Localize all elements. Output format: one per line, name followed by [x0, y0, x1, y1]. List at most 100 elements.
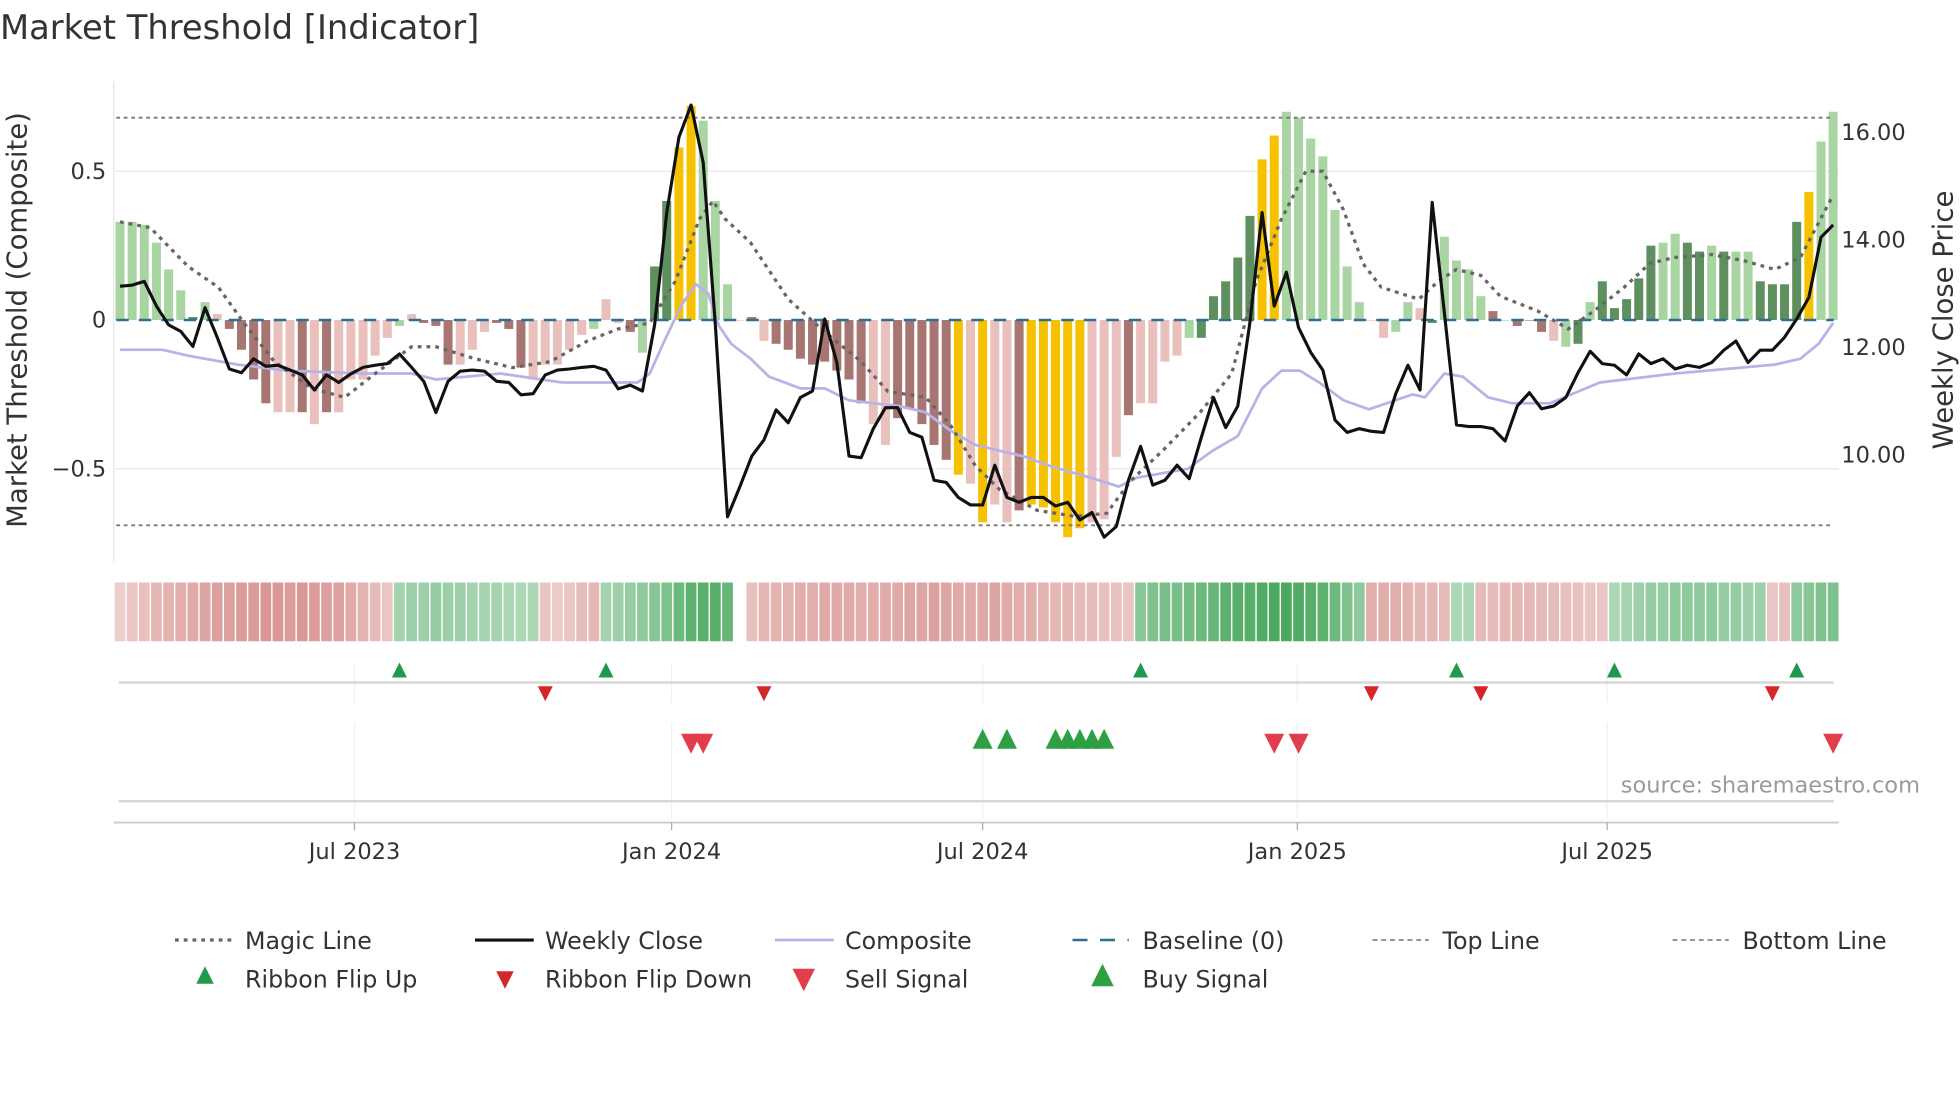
ribbon-cell — [466, 582, 478, 642]
legend: Magic Line Weekly Close Composite Baseline … — [175, 927, 1887, 994]
composite-bar — [783, 320, 793, 350]
ribbon-cell — [1353, 582, 1365, 642]
ribbon-cell — [661, 582, 673, 642]
composite-bar — [370, 320, 380, 356]
composite-bar — [1111, 320, 1121, 457]
composite-bar — [1658, 242, 1668, 320]
ribbon-cell — [649, 582, 660, 642]
ribbon-cell — [114, 582, 126, 642]
ribbon-cell — [1779, 582, 1790, 642]
composite-bar — [1597, 281, 1607, 320]
ribbon-cell — [1451, 582, 1462, 642]
ribbon-cell — [1074, 582, 1086, 642]
composite-bar — [1075, 320, 1085, 529]
ribbon-cell — [1742, 582, 1754, 642]
composite-bar — [589, 320, 599, 329]
ribbon-cell — [880, 582, 891, 642]
ribbon-cell — [345, 582, 357, 642]
buy-signal-marker — [1094, 728, 1115, 749]
ribbon-cell — [1098, 582, 1110, 642]
composite-bar — [1391, 320, 1401, 332]
legend-label: Top Line — [1442, 927, 1540, 955]
composite-bar — [1780, 284, 1790, 320]
ribbon-cell — [333, 582, 345, 642]
ribbon-cell — [503, 582, 515, 642]
ribbon-cell — [952, 582, 964, 642]
composite-bar — [1622, 299, 1632, 320]
composite-bar — [1549, 320, 1559, 341]
ribbon-cell — [309, 582, 320, 642]
ribbon-cell — [624, 582, 636, 642]
ribbon-cell — [1110, 582, 1122, 642]
ribbon-cell — [539, 582, 551, 642]
ribbon-cell — [1791, 582, 1803, 642]
ribbon-cell — [1487, 582, 1499, 642]
ribbon-cell — [758, 582, 770, 642]
composite-bar — [1816, 141, 1826, 320]
composite-bar — [795, 320, 805, 359]
ribbon-cell — [928, 582, 940, 642]
composite-bar — [1500, 320, 1510, 321]
ribbon-cell — [248, 582, 260, 642]
composite-bar — [139, 224, 149, 320]
composite-bar — [1148, 320, 1158, 404]
composite-bar — [1403, 302, 1413, 320]
composite-bar — [735, 320, 745, 321]
ribbon-cell — [795, 582, 806, 642]
y-axis-label-right: Weekly Close Price — [1928, 191, 1960, 450]
ribbon-cell — [1754, 582, 1766, 642]
ribbon-cell — [1475, 582, 1487, 642]
composite-bar — [1379, 320, 1389, 338]
ribbon-cell — [1013, 582, 1025, 642]
composite-bar — [334, 320, 344, 413]
ribbon-cell — [697, 582, 709, 642]
ribbon-cell — [1183, 582, 1195, 642]
composite-bar — [844, 320, 854, 380]
ribbon-flip-up-marker — [1449, 662, 1464, 678]
ribbon-cell — [1767, 582, 1778, 642]
ribbon-cell — [272, 582, 284, 642]
ribbon-cell — [442, 582, 454, 642]
composite-bar — [1476, 296, 1486, 320]
y-tick-label-left: −0.5 — [52, 456, 107, 482]
ribbon-cell — [1317, 582, 1329, 642]
composite-bar — [443, 320, 453, 365]
legend-sell-signal-icon — [792, 968, 815, 992]
composite-bar — [1695, 251, 1704, 320]
composite-bar — [966, 320, 975, 484]
composite-bar — [1828, 111, 1838, 320]
composite-bar — [771, 320, 781, 344]
y-tick-label-right: 12.00 — [1841, 335, 1905, 361]
ribbon-cell — [1268, 582, 1280, 642]
ribbon-flip-up-marker — [598, 662, 614, 678]
x-tick-label: Jan 2025 — [1246, 839, 1347, 865]
ribbon-cell — [1329, 582, 1341, 642]
composite-line — [120, 282, 1835, 489]
ribbon-cell — [1025, 582, 1037, 642]
composite-bar — [808, 320, 818, 365]
ribbon-cell — [223, 582, 235, 642]
ribbon-cell — [1438, 582, 1450, 642]
ribbon-flip-down-marker — [1363, 686, 1379, 702]
legend-label: Baseline (0) — [1143, 927, 1285, 955]
composite-bar — [1731, 251, 1741, 320]
ribbon-cell — [1147, 582, 1159, 642]
buy-signal-marker — [972, 728, 993, 749]
buy-signal-marker — [996, 728, 1017, 749]
ribbon-cell — [1086, 582, 1098, 642]
composite-bar — [1318, 156, 1328, 320]
ribbon-cell — [1584, 582, 1596, 642]
composite-bar — [1196, 320, 1206, 338]
composite-bar — [1646, 245, 1656, 320]
ribbon-cell — [381, 582, 393, 642]
y-tick-label-left: 0.5 — [70, 159, 106, 185]
ribbon-cell — [1402, 582, 1414, 642]
ribbon-flip-up-marker — [1789, 662, 1805, 678]
ribbon-flip-down-marker — [537, 686, 553, 702]
ribbon-cell — [211, 582, 223, 642]
composite-bar — [164, 269, 174, 320]
composite-bar — [1609, 308, 1619, 320]
composite-bar — [1670, 233, 1680, 320]
ribbon-cell — [843, 582, 855, 642]
ribbon-cell — [1414, 582, 1426, 642]
